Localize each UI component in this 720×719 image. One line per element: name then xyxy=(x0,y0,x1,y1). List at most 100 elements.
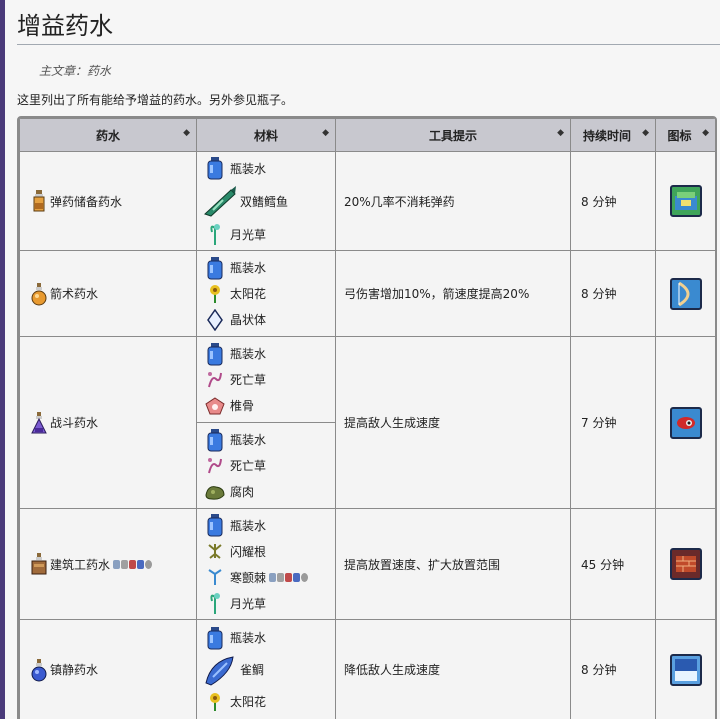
material-item: 太阳花 xyxy=(203,281,335,307)
icon-cell xyxy=(655,250,715,337)
old-gen-version-icon xyxy=(301,572,309,582)
sunflower-icon xyxy=(203,690,227,714)
material-item: 瓶装水 xyxy=(203,512,335,538)
page-title: 增益药水 xyxy=(17,12,113,40)
sort-icon[interactable]: ◆ xyxy=(557,128,564,138)
icon-cell xyxy=(655,336,715,509)
rotten-chunk-icon xyxy=(203,480,227,504)
material-item: 瓶装水 xyxy=(203,341,335,367)
vertebra-icon xyxy=(203,394,227,418)
icon-cell xyxy=(655,508,715,620)
moonglow-icon xyxy=(203,591,227,615)
sort-icon[interactable]: ◆ xyxy=(183,128,190,138)
title-divider xyxy=(17,44,720,45)
icon-cell xyxy=(655,151,715,251)
column-header-tooltip[interactable]: 工具提示 ◆ xyxy=(335,118,571,152)
sort-icon[interactable]: ◆ xyxy=(702,128,709,138)
materials-cell: 瓶装水 闪耀根 寒颤棘 月光草 xyxy=(196,508,336,620)
bow-icon xyxy=(669,277,702,310)
tooltip-cell: 弓伤害增加10%，箭速度提高20% xyxy=(335,250,571,337)
version-icons xyxy=(269,572,309,582)
double-cod-fish-icon xyxy=(203,184,237,218)
intro-text: 这里列出了所有能给予增益的药水。另外参见瓶子。 xyxy=(17,93,294,107)
sort-icon[interactable]: ◆ xyxy=(322,128,329,138)
builder-brick-icon xyxy=(669,548,702,580)
material-item: 月光草 xyxy=(203,590,335,616)
damselfish-icon xyxy=(203,653,237,687)
column-header-icon[interactable]: 图标 ◆ xyxy=(655,118,715,152)
ammo-box-icon xyxy=(669,185,702,217)
hatnote: 主文章：药水 xyxy=(39,62,111,79)
sort-icon[interactable]: ◆ xyxy=(642,128,649,138)
archery-potion-icon xyxy=(30,282,48,306)
calming-potion-icon xyxy=(30,658,48,682)
material-item: 晶状体 xyxy=(203,307,335,333)
calm-wave-icon xyxy=(669,653,702,686)
hatnote-link[interactable]: 药水 xyxy=(87,64,111,78)
potion-cell: 镇静药水 xyxy=(19,619,197,719)
potion-cell: 建筑工药水 xyxy=(19,508,197,620)
potion-name[interactable]: 建筑工药水 xyxy=(50,556,110,573)
console-version-icon xyxy=(121,559,129,569)
duration-cell: 45 分钟 xyxy=(570,508,656,620)
console-version-icon xyxy=(277,572,285,582)
table-row: 建筑工药水 瓶装水 闪耀根 寒颤棘 月光草 提高放置速度、扩大放置范围 45 分… xyxy=(19,508,715,620)
column-header-duration[interactable]: 持续时间 ◆ xyxy=(570,118,656,152)
version-icons xyxy=(113,559,153,569)
material-item: 腐肉 xyxy=(203,479,335,505)
bottled-water-icon xyxy=(203,342,227,366)
3ds-version-icon xyxy=(293,572,301,582)
material-item: 寒颤棘 xyxy=(203,564,335,590)
potion-cell: 箭术药水 xyxy=(19,250,197,337)
hatnote-label: 主文章： xyxy=(39,64,88,78)
potion-cell: 战斗药水 xyxy=(19,336,197,509)
materials-cell: 瓶装水 双鳍鳕鱼 月光草 xyxy=(196,151,336,251)
3ds-version-icon xyxy=(137,559,145,569)
material-item: 双鳍鳕鱼 xyxy=(203,181,335,221)
bottled-water-icon xyxy=(203,513,227,537)
desktop-version-icon xyxy=(113,559,121,569)
builder-potion-icon xyxy=(30,552,48,576)
table-row: 战斗药水 瓶装水 死亡草 椎骨 提高敌人生成速度 7 分钟 xyxy=(19,336,715,509)
deathweed-icon xyxy=(203,454,227,478)
material-item: 死亡草 xyxy=(203,367,335,393)
materials-cell: 瓶装水 死亡草 腐肉 xyxy=(196,422,336,509)
tooltip-cell: 提高放置速度、扩大放置范围 xyxy=(335,508,571,620)
material-item: 瓶装水 xyxy=(203,255,335,281)
material-item: 月光草 xyxy=(203,221,335,247)
desktop-version-icon xyxy=(269,572,277,582)
column-header-potion[interactable]: 药水 ◆ xyxy=(19,118,197,152)
table-row: 弹药储备药水 瓶装水 双鳍鳕鱼 月光草 20%几率不消耗弹药 8 分钟 xyxy=(19,151,715,251)
page: 增益药水 主文章：药水 这里列出了所有能给予增益的药水。另外参见瓶子。 药水 ◆ … xyxy=(5,0,720,719)
table-row: 箭术药水 瓶装水 太阳花 晶状体 弓伤害增加10%，箭速度提高20% 8 分钟 xyxy=(19,250,715,337)
potion-name[interactable]: 战斗药水 xyxy=(50,414,98,431)
potion-name[interactable]: 箭术药水 xyxy=(50,285,98,302)
material-item: 死亡草 xyxy=(203,453,335,479)
materials-cell: 瓶装水 太阳花 晶状体 xyxy=(196,250,336,337)
material-item: 瓶装水 xyxy=(203,625,335,651)
old-gen-version-icon xyxy=(145,559,153,569)
material-item: 雀鲷 xyxy=(203,651,335,689)
material-item: 闪耀根 xyxy=(203,538,335,564)
bottled-water-icon xyxy=(203,156,227,180)
table-row: 镇静药水 瓶装水 雀鲷 太阳花 降低敌人生成速度 8 分钟 xyxy=(19,619,715,719)
mobile-version-icon xyxy=(129,559,137,569)
column-header-materials[interactable]: 材料 ◆ xyxy=(196,118,336,152)
tooltip-cell: 提高敌人生成速度 xyxy=(335,336,571,509)
potion-name[interactable]: 镇静药水 xyxy=(50,661,98,678)
duration-cell: 8 分钟 xyxy=(570,619,656,719)
duration-cell: 8 分钟 xyxy=(570,250,656,337)
sunflower-icon xyxy=(203,282,227,306)
potion-name[interactable]: 弹药储备药水 xyxy=(50,193,122,210)
moonglow-icon xyxy=(203,222,227,246)
bottled-water-icon xyxy=(203,626,227,650)
deathweed-icon xyxy=(203,368,227,392)
icon-cell xyxy=(655,619,715,719)
mobile-version-icon xyxy=(285,572,293,582)
ammo-potion-icon xyxy=(30,189,48,213)
material-item: 瓶装水 xyxy=(203,155,335,181)
shiverthorn-root-icon xyxy=(203,539,227,563)
duration-cell: 7 分钟 xyxy=(570,336,656,509)
duration-cell: 8 分钟 xyxy=(570,151,656,251)
battle-eye-icon xyxy=(669,406,702,439)
